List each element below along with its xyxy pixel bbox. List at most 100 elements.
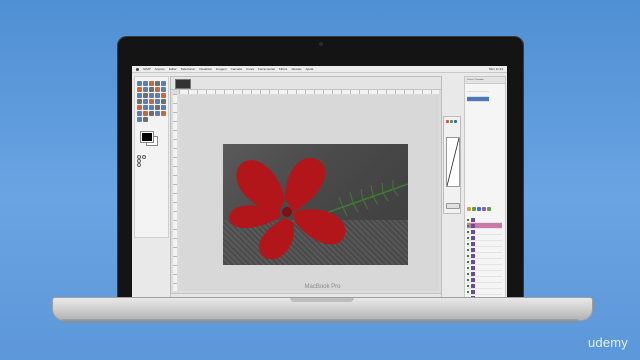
udemy-watermark: udemy bbox=[587, 335, 628, 350]
visibility-icon[interactable] bbox=[467, 248, 469, 251]
measure-tool-icon[interactable] bbox=[137, 93, 142, 98]
shear-tool-icon[interactable] bbox=[143, 99, 148, 104]
brush-icon[interactable] bbox=[487, 207, 491, 211]
list-item-selected[interactable] bbox=[467, 97, 489, 102]
heal-tool-icon[interactable] bbox=[161, 111, 166, 116]
blue-channel-icon[interactable] bbox=[454, 120, 457, 123]
canvas-area[interactable] bbox=[179, 95, 439, 291]
move-tool-icon[interactable] bbox=[143, 93, 148, 98]
layer-thumbnail bbox=[471, 253, 475, 258]
visibility-icon[interactable] bbox=[467, 254, 469, 257]
menu-item[interactable]: Arquivo bbox=[155, 67, 165, 71]
visibility-icon[interactable] bbox=[467, 260, 469, 263]
rect-select-tool-icon[interactable] bbox=[137, 81, 142, 86]
foreground-select-tool-icon[interactable] bbox=[143, 87, 148, 92]
visibility-icon[interactable] bbox=[467, 230, 469, 233]
mini-list bbox=[467, 87, 489, 107]
menu-item[interactable]: Imagem bbox=[216, 67, 227, 71]
layer-thumbnail bbox=[471, 265, 475, 270]
rotate-tool-icon[interactable] bbox=[161, 93, 166, 98]
flip-tool-icon[interactable] bbox=[155, 99, 160, 104]
visibility-icon[interactable] bbox=[467, 242, 469, 245]
clone-tool-icon[interactable] bbox=[155, 111, 160, 116]
curve-line bbox=[446, 137, 460, 187]
paths-tool-icon[interactable] bbox=[149, 87, 154, 92]
visibility-icon[interactable] bbox=[467, 224, 469, 227]
zoom-tool-icon[interactable] bbox=[161, 87, 166, 92]
tool-option-row[interactable] bbox=[137, 163, 166, 167]
menu-item[interactable]: Ajuda bbox=[306, 67, 314, 71]
ink-tool-icon[interactable] bbox=[149, 111, 154, 116]
curves-graph[interactable] bbox=[446, 137, 460, 187]
layer-thumbnail bbox=[471, 241, 475, 246]
menu-item[interactable]: Cores bbox=[246, 67, 254, 71]
visibility-icon[interactable] bbox=[467, 266, 469, 269]
laptop-base-shadow bbox=[62, 319, 578, 323]
flower-illustration bbox=[229, 157, 408, 260]
foreground-color-swatch[interactable] bbox=[141, 132, 153, 142]
image-tab-thumbnail[interactable] bbox=[175, 79, 191, 89]
perspective-tool-icon[interactable] bbox=[149, 99, 154, 104]
free-select-tool-icon[interactable] bbox=[149, 81, 154, 86]
horizontal-ruler[interactable] bbox=[179, 90, 439, 94]
pencil-tool-icon[interactable] bbox=[155, 105, 160, 110]
visibility-icon[interactable] bbox=[467, 290, 469, 293]
tool-grid bbox=[137, 81, 167, 122]
flower-photo[interactable] bbox=[223, 144, 408, 265]
crop-tool-icon[interactable] bbox=[155, 93, 160, 98]
align-tool-icon[interactable] bbox=[149, 93, 154, 98]
bucket-fill-tool-icon[interactable] bbox=[143, 105, 148, 110]
visibility-icon[interactable] bbox=[467, 278, 469, 281]
hibiscus-flower bbox=[229, 157, 346, 260]
visibility-icon[interactable] bbox=[467, 218, 469, 221]
menu-item[interactable]: Janelas bbox=[291, 67, 301, 71]
menu-item[interactable]: Editar bbox=[169, 67, 177, 71]
lid-opening-notch bbox=[290, 298, 354, 302]
menu-item[interactable]: Selecionar bbox=[181, 67, 195, 71]
dodge-burn-tool-icon[interactable] bbox=[143, 117, 148, 122]
menu-item[interactable]: GIMP bbox=[143, 67, 151, 71]
right-dock-panel: Pincéis / Camadas bbox=[464, 76, 506, 307]
visibility-icon[interactable] bbox=[467, 272, 469, 275]
image-tab-bar bbox=[171, 77, 441, 90]
brush-icon[interactable] bbox=[482, 207, 486, 211]
layer-thumbnail bbox=[471, 247, 475, 252]
layer-thumbnail bbox=[471, 259, 475, 264]
brush-icon[interactable] bbox=[467, 207, 471, 211]
menu-item[interactable]: Filtros bbox=[279, 67, 287, 71]
scissors-tool-icon[interactable] bbox=[137, 87, 142, 92]
cage-tool-icon[interactable] bbox=[161, 99, 166, 104]
layer-thumbnail bbox=[471, 277, 475, 282]
gradient-tool-icon[interactable] bbox=[149, 105, 154, 110]
menu-item[interactable]: Camada bbox=[231, 67, 242, 71]
apple-menu-icon[interactable] bbox=[136, 67, 139, 71]
toolbox-panel bbox=[134, 76, 169, 238]
fuzzy-select-tool-icon[interactable] bbox=[155, 81, 160, 86]
image-window: px flor_vermelha.jpg bbox=[170, 76, 442, 302]
tool-options bbox=[137, 155, 166, 167]
menubar-clock: Mon 11:24 bbox=[489, 67, 503, 71]
color-select-tool-icon[interactable] bbox=[161, 81, 166, 86]
text-tool-icon[interactable] bbox=[137, 105, 142, 110]
menu-item[interactable]: Visualizar bbox=[199, 67, 212, 71]
smudge-tool-icon[interactable] bbox=[137, 117, 142, 122]
color-picker-tool-icon[interactable] bbox=[155, 87, 160, 92]
layer-thumbnail bbox=[471, 223, 475, 228]
brand-label: MacBook Pro bbox=[304, 284, 341, 290]
eraser-tool-icon[interactable] bbox=[137, 111, 142, 116]
red-channel-icon[interactable] bbox=[446, 120, 449, 123]
brush-icon[interactable] bbox=[477, 207, 481, 211]
paintbrush-tool-icon[interactable] bbox=[161, 105, 166, 110]
green-channel-icon[interactable] bbox=[450, 120, 453, 123]
visibility-icon[interactable] bbox=[467, 236, 469, 239]
airbrush-tool-icon[interactable] bbox=[143, 111, 148, 116]
vertical-ruler[interactable] bbox=[173, 94, 177, 291]
scale-tool-icon[interactable] bbox=[137, 99, 142, 104]
menu-item[interactable]: Ferramentas bbox=[258, 67, 275, 71]
laptop-screen: GIMP Arquivo Editar Selecionar Visualiza… bbox=[132, 66, 507, 310]
curves-channel-tabs bbox=[446, 120, 457, 123]
brush-icon[interactable] bbox=[472, 207, 476, 211]
laptop-lid: GIMP Arquivo Editar Selecionar Visualiza… bbox=[117, 36, 524, 310]
ok-button[interactable] bbox=[446, 203, 460, 209]
ellipse-select-tool-icon[interactable] bbox=[143, 81, 148, 86]
